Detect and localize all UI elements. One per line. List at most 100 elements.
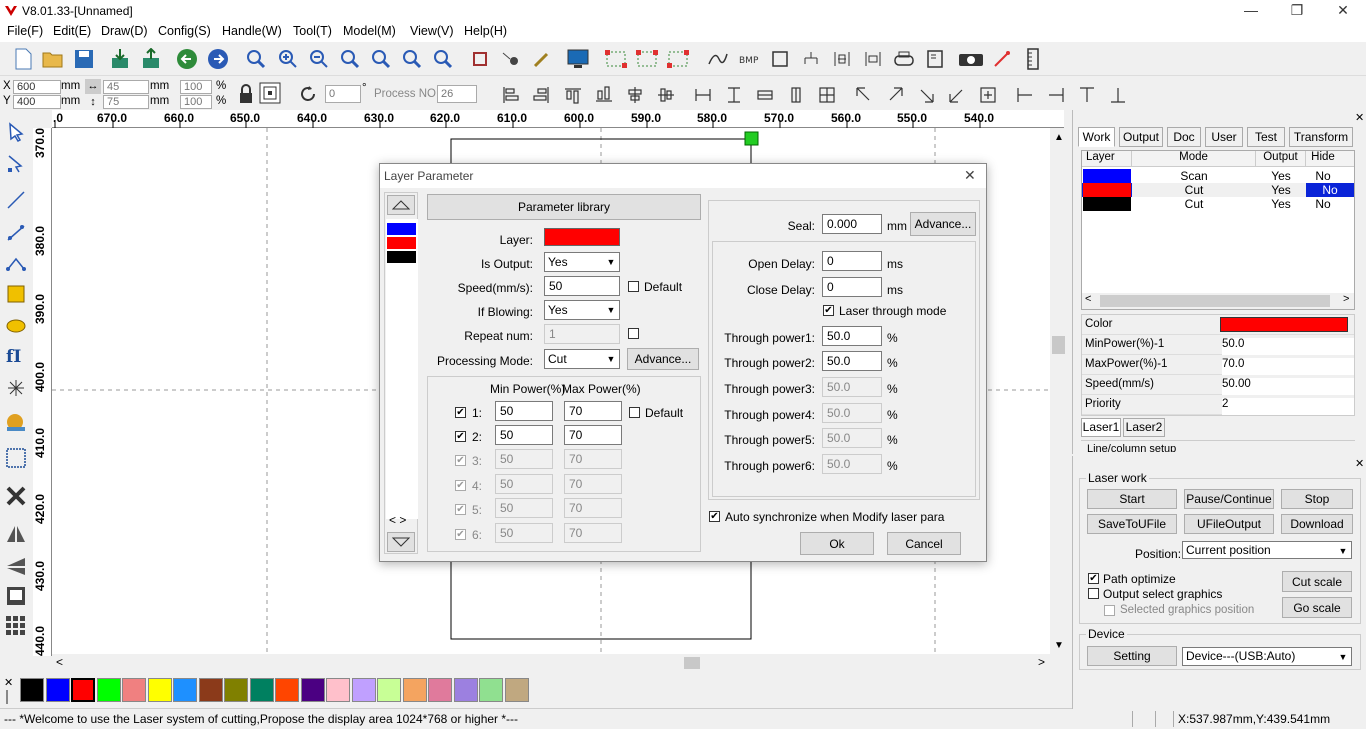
palette-swatch[interactable] xyxy=(504,678,529,702)
min-power-5-input[interactable]: 50 xyxy=(495,498,553,518)
setting-button[interactable]: Setting xyxy=(1087,646,1177,666)
tab-test[interactable]: Test xyxy=(1247,127,1285,147)
auto-sync-checkbox[interactable]: ✔ xyxy=(709,511,720,522)
selected-position-checkbox[interactable] xyxy=(1104,605,1115,616)
undo-icon[interactable] xyxy=(174,46,200,72)
distribute-h-icon[interactable] xyxy=(829,46,855,72)
through-power-1-input[interactable]: 50.0 xyxy=(822,326,882,346)
power-1-checkbox[interactable]: ✔ xyxy=(455,407,466,418)
max-power-1-input[interactable]: 70 xyxy=(564,401,622,421)
menu-view[interactable]: View(V) xyxy=(410,24,454,38)
menu-tool[interactable]: Tool(T) xyxy=(293,24,332,38)
monitor-icon[interactable] xyxy=(565,46,591,72)
height-percent-field[interactable]: 100 xyxy=(180,95,212,109)
through-power-2-input[interactable]: 50.0 xyxy=(822,351,882,371)
document-icon[interactable] xyxy=(922,46,948,72)
rectangle-icon[interactable] xyxy=(767,46,793,72)
device-select[interactable]: Device---(USB:Auto) ▼ xyxy=(1182,647,1352,666)
repeat-checkbox[interactable] xyxy=(628,328,639,339)
min-power-1-input[interactable]: 50 xyxy=(495,401,553,421)
width-field[interactable]: 45 xyxy=(103,80,149,94)
canvas-vertical-scrollbar[interactable]: ▲ ▼ xyxy=(1050,128,1067,656)
rotation-field[interactable]: 0 xyxy=(325,85,361,103)
palette-swatch[interactable] xyxy=(428,678,452,702)
palette-swatch[interactable] xyxy=(198,678,223,702)
import-icon[interactable] xyxy=(107,46,133,72)
position-grid-icon[interactable] xyxy=(259,82,281,104)
property-value[interactable]: 70.0 xyxy=(1222,358,1354,375)
align-grid3-icon[interactable] xyxy=(665,46,691,72)
grid-tool-icon[interactable] xyxy=(3,445,29,471)
processing-mode-select[interactable]: Cut ▼ xyxy=(544,349,620,369)
download-button[interactable]: Download xyxy=(1281,514,1353,534)
scroll-up-icon[interactable]: ▲ xyxy=(1054,132,1064,143)
max-power-4-input[interactable]: 70 xyxy=(564,474,622,494)
path-optimize-checkbox[interactable]: ✔ xyxy=(1088,573,1099,584)
through-power-5-input[interactable]: 50.0 xyxy=(822,428,882,448)
palette-close-icon[interactable]: ✕ xyxy=(4,676,13,689)
matrix-tool-icon[interactable] xyxy=(3,613,29,639)
line-tool-icon[interactable] xyxy=(3,187,29,213)
tree-icon[interactable] xyxy=(798,46,824,72)
stop-button[interactable]: Stop xyxy=(1281,489,1353,509)
palette-swatch[interactable] xyxy=(377,678,401,702)
save-to-ufile-button[interactable]: SaveToUFile xyxy=(1087,514,1177,534)
laser-through-checkbox[interactable]: ✔ xyxy=(823,305,834,316)
distribute-v-icon[interactable] xyxy=(860,46,886,72)
palette-swatch[interactable] xyxy=(402,678,427,702)
curve-tool-icon[interactable] xyxy=(3,250,29,276)
menu-edit[interactable]: Edit(E) xyxy=(53,24,91,38)
through-power-4-input[interactable]: 50.0 xyxy=(822,403,882,423)
rotate-icon[interactable] xyxy=(297,83,319,105)
layer-table-hscroll[interactable]: < > xyxy=(1082,293,1354,309)
palette-swatch[interactable] xyxy=(326,678,350,702)
open-delay-input[interactable]: 0 xyxy=(822,251,882,271)
point-tool-icon[interactable] xyxy=(3,375,29,401)
panel-close-icon[interactable]: ✕ xyxy=(1355,111,1364,124)
canvas-horizontal-scrollbar[interactable]: < > xyxy=(52,655,1050,671)
pause-continue-button[interactable]: Pause/Continue xyxy=(1184,489,1274,509)
menu-draw[interactable]: Draw(D) xyxy=(101,24,148,38)
palette-swatch[interactable] xyxy=(351,678,376,702)
palette-swatch[interactable] xyxy=(20,678,44,702)
bmp-icon[interactable]: BMP xyxy=(736,46,762,72)
node-icon[interactable] xyxy=(498,46,524,72)
height-field[interactable]: 75 xyxy=(103,95,149,109)
zoom-page-icon[interactable] xyxy=(337,46,363,72)
pen-icon[interactable] xyxy=(529,46,555,72)
list-item[interactable] xyxy=(387,237,416,249)
cut-scale-button[interactable]: Cut scale xyxy=(1282,571,1352,592)
redo-icon[interactable] xyxy=(205,46,231,72)
horizontal-scroll-thumb[interactable] xyxy=(684,657,700,669)
zoom-out-icon[interactable] xyxy=(306,46,332,72)
tab-user[interactable]: User xyxy=(1205,127,1243,147)
process-no-field[interactable]: 26 xyxy=(437,85,477,103)
start-button[interactable]: Start xyxy=(1087,489,1177,509)
menu-config[interactable]: Config(S) xyxy=(158,24,211,38)
mirror-h-tool-icon[interactable] xyxy=(3,521,29,547)
through-power-6-input[interactable]: 50.0 xyxy=(822,454,882,474)
image-tool-icon[interactable] xyxy=(3,410,29,436)
align-grid2-icon[interactable] xyxy=(634,46,660,72)
tab-work[interactable]: Work xyxy=(1078,127,1115,147)
property-color-swatch[interactable] xyxy=(1220,317,1348,332)
palette-swatch[interactable] xyxy=(122,678,146,702)
repeat-input[interactable]: 1 xyxy=(544,324,620,344)
width-percent-field[interactable]: 100 xyxy=(180,80,212,94)
layer-nav-arrows[interactable]: < > xyxy=(389,513,406,527)
min-power-4-input[interactable]: 50 xyxy=(495,474,553,494)
layer-table-scroll-thumb[interactable] xyxy=(1100,295,1330,307)
power-6-checkbox[interactable]: ✔ xyxy=(455,529,466,540)
palette-swatch[interactable] xyxy=(275,678,299,702)
x-field[interactable]: 600 xyxy=(13,80,61,94)
seal-advance-button[interactable]: Advance... xyxy=(910,212,976,236)
max-power-5-input[interactable]: 70 xyxy=(564,498,622,518)
zoom-in-icon[interactable] xyxy=(275,46,301,72)
scroll-right-icon[interactable]: > xyxy=(1343,293,1349,305)
max-power-2-input[interactable]: 70 xyxy=(564,425,622,445)
vertical-scroll-thumb[interactable] xyxy=(1052,336,1065,354)
ok-button[interactable]: Ok xyxy=(800,532,874,555)
array-tool-icon[interactable] xyxy=(3,583,29,609)
zoom-window-icon[interactable] xyxy=(430,46,456,72)
power-5-checkbox[interactable]: ✔ xyxy=(455,504,466,515)
